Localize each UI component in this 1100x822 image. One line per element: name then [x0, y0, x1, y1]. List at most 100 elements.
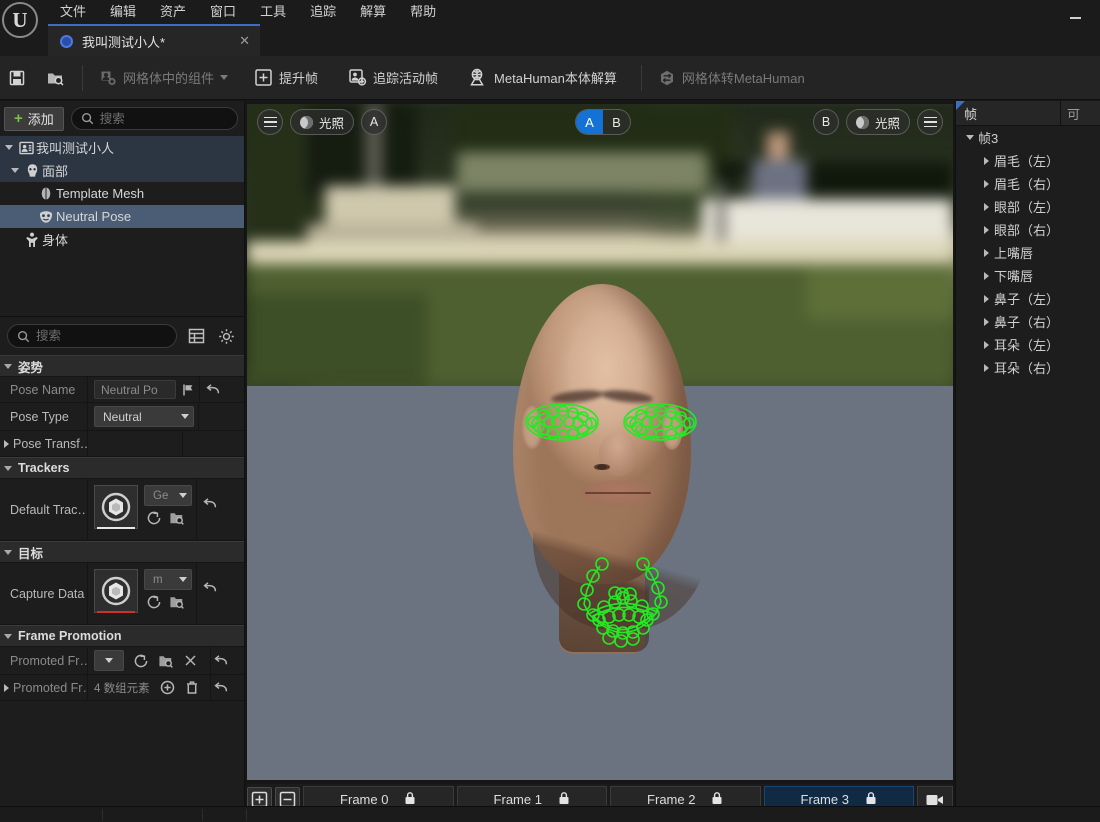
- browse-to-asset-icon[interactable]: [158, 653, 175, 669]
- expand-caret-icon[interactable]: [978, 203, 994, 211]
- save-icon: [8, 69, 26, 87]
- reset-arrow-icon[interactable]: [203, 581, 217, 594]
- browse-to-asset-icon[interactable]: [169, 510, 186, 526]
- section-caret-icon: [4, 550, 12, 555]
- outliner-item-face[interactable]: 面部: [0, 159, 244, 182]
- clear-x-icon[interactable]: [184, 654, 197, 667]
- pose-type-combo[interactable]: Neutral: [94, 406, 194, 427]
- viewport-view-a-button[interactable]: A: [361, 109, 387, 135]
- viewport-menu-button[interactable]: [257, 109, 283, 135]
- ab-compare-toggle[interactable]: A B: [575, 109, 631, 135]
- details-search[interactable]: [7, 324, 177, 348]
- track-active-frame-button[interactable]: 追踪活动帧: [338, 61, 448, 95]
- frame-tree-item-eyebrow-right[interactable]: 眉毛（右）: [956, 172, 1100, 195]
- viewport-menu-button-right[interactable]: [917, 109, 943, 135]
- outliner-item-template-mesh[interactable]: Template Mesh: [0, 182, 244, 205]
- unreal-engine-logo[interactable]: U: [2, 2, 38, 38]
- menu-help[interactable]: 帮助: [398, 0, 448, 24]
- expand-caret-icon[interactable]: [978, 318, 994, 326]
- use-selected-asset-icon[interactable]: [133, 653, 149, 669]
- metahuman-head-mesh[interactable]: [497, 284, 707, 714]
- frame-tree-item-nose-left[interactable]: 鼻子（左）: [956, 287, 1100, 310]
- expand-caret-icon[interactable]: [978, 295, 994, 303]
- browse-to-asset-button[interactable]: [36, 61, 76, 95]
- use-selected-asset-icon[interactable]: [146, 594, 162, 610]
- viewport-view-b-button[interactable]: B: [813, 109, 839, 135]
- save-button[interactable]: [0, 61, 36, 95]
- use-selected-asset-icon[interactable]: [146, 510, 162, 526]
- viewport[interactable]: 光照 A A B B 光照: [247, 104, 953, 780]
- frame-tree-item-upper-lip[interactable]: 上嘴唇: [956, 241, 1100, 264]
- expand-caret-icon[interactable]: [978, 272, 994, 280]
- details-search-input[interactable]: [36, 329, 167, 343]
- reset-arrow-icon[interactable]: [214, 681, 228, 694]
- outliner-item-identity[interactable]: 我叫测试小人: [0, 136, 244, 159]
- reset-arrow-icon[interactable]: [214, 654, 228, 667]
- property-value: [88, 431, 182, 456]
- capture-data-combo[interactable]: m: [144, 569, 192, 590]
- outliner-search[interactable]: [71, 107, 238, 130]
- ab-toggle-b[interactable]: B: [603, 110, 630, 134]
- frame-tree-item-nose-right[interactable]: 鼻子（右）: [956, 310, 1100, 333]
- menu-file[interactable]: 文件: [48, 0, 98, 24]
- frame-tree-item-ear-left[interactable]: 耳朵（左）: [956, 333, 1100, 356]
- promote-frame-button[interactable]: 提升帧: [244, 61, 328, 95]
- expand-caret-icon[interactable]: [978, 364, 994, 372]
- table-columns-icon[interactable]: [185, 325, 207, 347]
- viewport-lighting-button-b[interactable]: 光照: [846, 109, 910, 135]
- outliner-search-input[interactable]: [100, 112, 228, 126]
- flag-icon[interactable]: [182, 383, 195, 397]
- add-plus-icon[interactable]: [160, 680, 175, 695]
- frame-tree-item-eyebrow-left[interactable]: 眉毛（左）: [956, 149, 1100, 172]
- add-button[interactable]: + 添加: [4, 107, 64, 131]
- default-tracker-combo[interactable]: Ge: [144, 485, 192, 506]
- expand-caret-icon[interactable]: [978, 249, 994, 257]
- expand-caret-icon[interactable]: [978, 226, 994, 234]
- frame-label: Frame 1: [494, 792, 542, 807]
- default-tracker-thumbnail[interactable]: [94, 485, 138, 529]
- ab-toggle-a[interactable]: A: [576, 110, 603, 134]
- outliner-item-neutral-pose[interactable]: Neutral Pose: [0, 205, 244, 228]
- frame-tree-root[interactable]: 帧3: [956, 126, 1100, 149]
- menu-solve[interactable]: 解算: [348, 0, 398, 24]
- frame-tree-item-ear-right[interactable]: 耳朵（右）: [956, 356, 1100, 379]
- browse-to-asset-icon[interactable]: [169, 594, 186, 610]
- gear-icon[interactable]: [215, 325, 237, 347]
- outliner-item-body[interactable]: 身体: [0, 228, 244, 251]
- frame-tree-item-eye-left[interactable]: 眼部（左）: [956, 195, 1100, 218]
- section-header-pose[interactable]: 姿势: [0, 355, 244, 377]
- document-tab[interactable]: 我叫测试小人* ✕: [48, 24, 260, 56]
- expand-caret-icon[interactable]: [2, 145, 16, 150]
- expand-caret-icon[interactable]: [962, 135, 978, 140]
- default-tracker-controls: Ge: [144, 485, 192, 526]
- components-in-mesh-dropdown[interactable]: 网格体中的组件: [89, 61, 238, 95]
- pose-name-input[interactable]: Neutral Po: [94, 380, 176, 399]
- delete-trash-icon[interactable]: [185, 680, 199, 695]
- frame-tree-item-eye-right[interactable]: 眼部（右）: [956, 218, 1100, 241]
- metahuman-solve-button[interactable]: MetaHuman本体解算: [458, 61, 627, 95]
- menu-window[interactable]: 窗口: [198, 0, 248, 24]
- frame-tree-item-lower-lip[interactable]: 下嘴唇: [956, 264, 1100, 287]
- reset-arrow-icon[interactable]: [206, 383, 220, 396]
- section-header-frame-promotion[interactable]: Frame Promotion: [0, 625, 244, 647]
- expand-caret-icon[interactable]: [978, 341, 994, 349]
- expand-caret-icon[interactable]: [978, 180, 994, 188]
- property-controls: [182, 431, 244, 456]
- section-header-target[interactable]: 目标: [0, 541, 244, 563]
- reset-arrow-icon[interactable]: [203, 497, 217, 510]
- minimize-button[interactable]: [1060, 8, 1090, 28]
- promoted-frame-combo[interactable]: [94, 650, 124, 671]
- capture-data-thumbnail[interactable]: [94, 569, 138, 613]
- menu-tools[interactable]: 工具: [248, 0, 298, 24]
- column-header-visible[interactable]: 可: [1061, 101, 1100, 125]
- menu-track[interactable]: 追踪: [298, 0, 348, 24]
- close-icon[interactable]: ✕: [217, 33, 250, 49]
- menu-assets[interactable]: 资产: [148, 0, 198, 24]
- expand-caret-icon[interactable]: [978, 157, 994, 165]
- column-header-frame[interactable]: 帧: [956, 101, 1061, 125]
- expand-caret-icon[interactable]: [8, 168, 22, 173]
- section-header-trackers[interactable]: Trackers: [0, 457, 244, 479]
- menu-edit[interactable]: 编辑: [98, 0, 148, 24]
- viewport-lighting-button-a[interactable]: 光照: [290, 109, 354, 135]
- mesh-to-metahuman-button[interactable]: 网格体转MetaHuman: [648, 61, 815, 95]
